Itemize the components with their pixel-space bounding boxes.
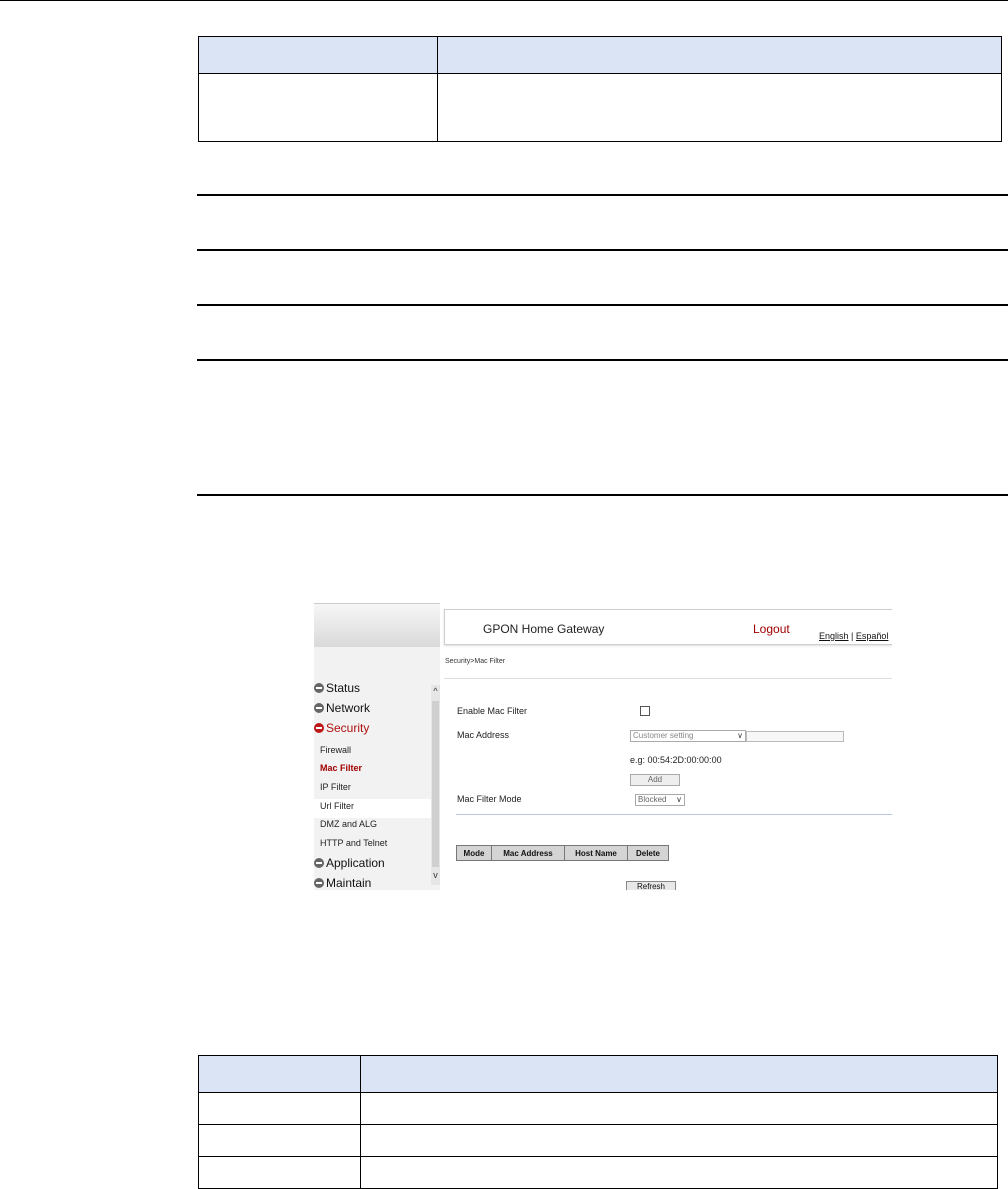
section-rule — [197, 494, 1008, 496]
mac-filter-mode-label: Mac Filter Mode — [457, 794, 522, 804]
header-bar: GPON Home Gateway Logout English | Españ… — [444, 609, 892, 645]
table-cell — [437, 73, 1002, 142]
mac-address-label: Mac Address — [457, 730, 510, 740]
table-row — [198, 36, 1002, 74]
mac-address-input[interactable] — [746, 731, 844, 742]
sidebar-subitem-mac-filter[interactable]: Mac Filter — [320, 763, 362, 773]
sidebar-item-label: Network — [326, 701, 371, 715]
mac-filter-mode-select[interactable]: Blocked ∨ — [635, 794, 685, 806]
expand-icon — [314, 858, 324, 868]
table-cell — [360, 1124, 998, 1157]
sidebar-scrollbar[interactable]: ^ v — [431, 685, 440, 885]
collapse-icon — [314, 723, 324, 733]
sidebar-item-label: Maintain — [326, 876, 372, 890]
expand-icon — [314, 703, 324, 713]
expand-icon — [314, 878, 324, 888]
page-top-rule — [0, 0, 1008, 1]
section-rule — [197, 194, 1008, 196]
table-row — [198, 1092, 998, 1125]
mac-address-select-value: Customer setting — [633, 731, 694, 740]
chevron-down-icon: ∨ — [737, 731, 743, 740]
mac-filter-screenshot: Status Network Security Firewall Mac Fil… — [314, 603, 892, 890]
table-cell — [360, 1092, 998, 1125]
mac-example-hint: e.g: 00:54:2D:00:00:00 — [630, 755, 722, 765]
sidebar-item-status[interactable]: Status — [314, 681, 360, 695]
form-divider — [456, 814, 892, 815]
sidebar-header — [314, 603, 440, 648]
breadcrumb: Security>Mac Filter — [445, 658, 506, 665]
logout-link[interactable]: Logout — [753, 622, 790, 636]
section-rule — [197, 249, 1008, 251]
column-header-mac-address: Mac Address — [491, 845, 565, 861]
section-rule — [197, 304, 1008, 306]
scroll-up-icon[interactable]: ^ — [431, 687, 440, 696]
table-header-cell — [198, 36, 438, 74]
lang-spanish-link[interactable]: Español — [856, 631, 889, 641]
sidebar-item-label: Security — [326, 721, 370, 735]
enable-mac-filter-checkbox[interactable] — [640, 706, 650, 716]
mac-filter-mode-value: Blocked — [638, 795, 667, 804]
sidebar-subitem-url-filter[interactable]: Url Filter — [320, 801, 354, 811]
brand-title: GPON Home Gateway — [483, 622, 605, 636]
scroll-down-icon[interactable]: v — [431, 871, 440, 880]
table-cell — [198, 1156, 361, 1189]
mac-filter-table: Mode Mac Address Host Name Delete — [456, 845, 669, 861]
language-switcher: English | Español — [819, 631, 888, 641]
sidebar-subitem-ip-filter[interactable]: IP Filter — [320, 782, 351, 792]
table-header-cell — [360, 1055, 998, 1093]
sidebar-item-label: Status — [326, 681, 361, 695]
table-row — [198, 1055, 998, 1093]
sidebar-item-maintain[interactable]: Maintain — [314, 876, 371, 890]
doc-table-top — [198, 36, 1002, 142]
table-header-row: Mode Mac Address Host Name Delete — [456, 845, 669, 861]
scrollbar-thumb[interactable] — [432, 701, 439, 867]
sidebar-item-label: Application — [326, 856, 385, 870]
lang-separator: | — [851, 631, 854, 641]
doc-table-bottom — [198, 1055, 998, 1189]
refresh-button[interactable]: Refresh — [626, 881, 676, 890]
sidebar-item-security[interactable]: Security — [314, 721, 369, 735]
column-header-delete: Delete — [627, 845, 669, 861]
table-row — [198, 73, 1002, 142]
sidebar-subitem-dmz-alg[interactable]: DMZ and ALG — [320, 819, 377, 829]
section-rule — [197, 359, 1008, 361]
sidebar-subitem-http-telnet[interactable]: HTTP and Telnet — [320, 838, 387, 848]
table-cell — [198, 73, 438, 142]
sidebar-item-application[interactable]: Application — [314, 856, 385, 870]
table-cell — [360, 1156, 998, 1189]
column-header-mode: Mode — [456, 845, 492, 861]
mac-address-select[interactable]: Customer setting ∨ — [630, 730, 746, 742]
breadcrumb-divider — [444, 678, 892, 679]
table-cell — [198, 1124, 361, 1157]
table-cell — [198, 1092, 361, 1125]
sidebar-item-network[interactable]: Network — [314, 701, 370, 715]
chevron-down-icon: ∨ — [676, 795, 682, 804]
enable-mac-filter-label: Enable Mac Filter — [457, 706, 528, 716]
table-row — [198, 1156, 998, 1189]
sidebar-subitem-firewall[interactable]: Firewall — [320, 745, 351, 755]
expand-icon — [314, 683, 324, 693]
table-row — [198, 1124, 998, 1157]
table-header-cell — [437, 36, 1002, 74]
column-header-host-name: Host Name — [564, 845, 628, 861]
lang-english-link[interactable]: English — [819, 631, 849, 641]
add-button[interactable]: Add — [630, 774, 680, 786]
sidebar: Status Network Security Firewall Mac Fil… — [314, 647, 440, 890]
table-header-cell — [198, 1055, 361, 1093]
